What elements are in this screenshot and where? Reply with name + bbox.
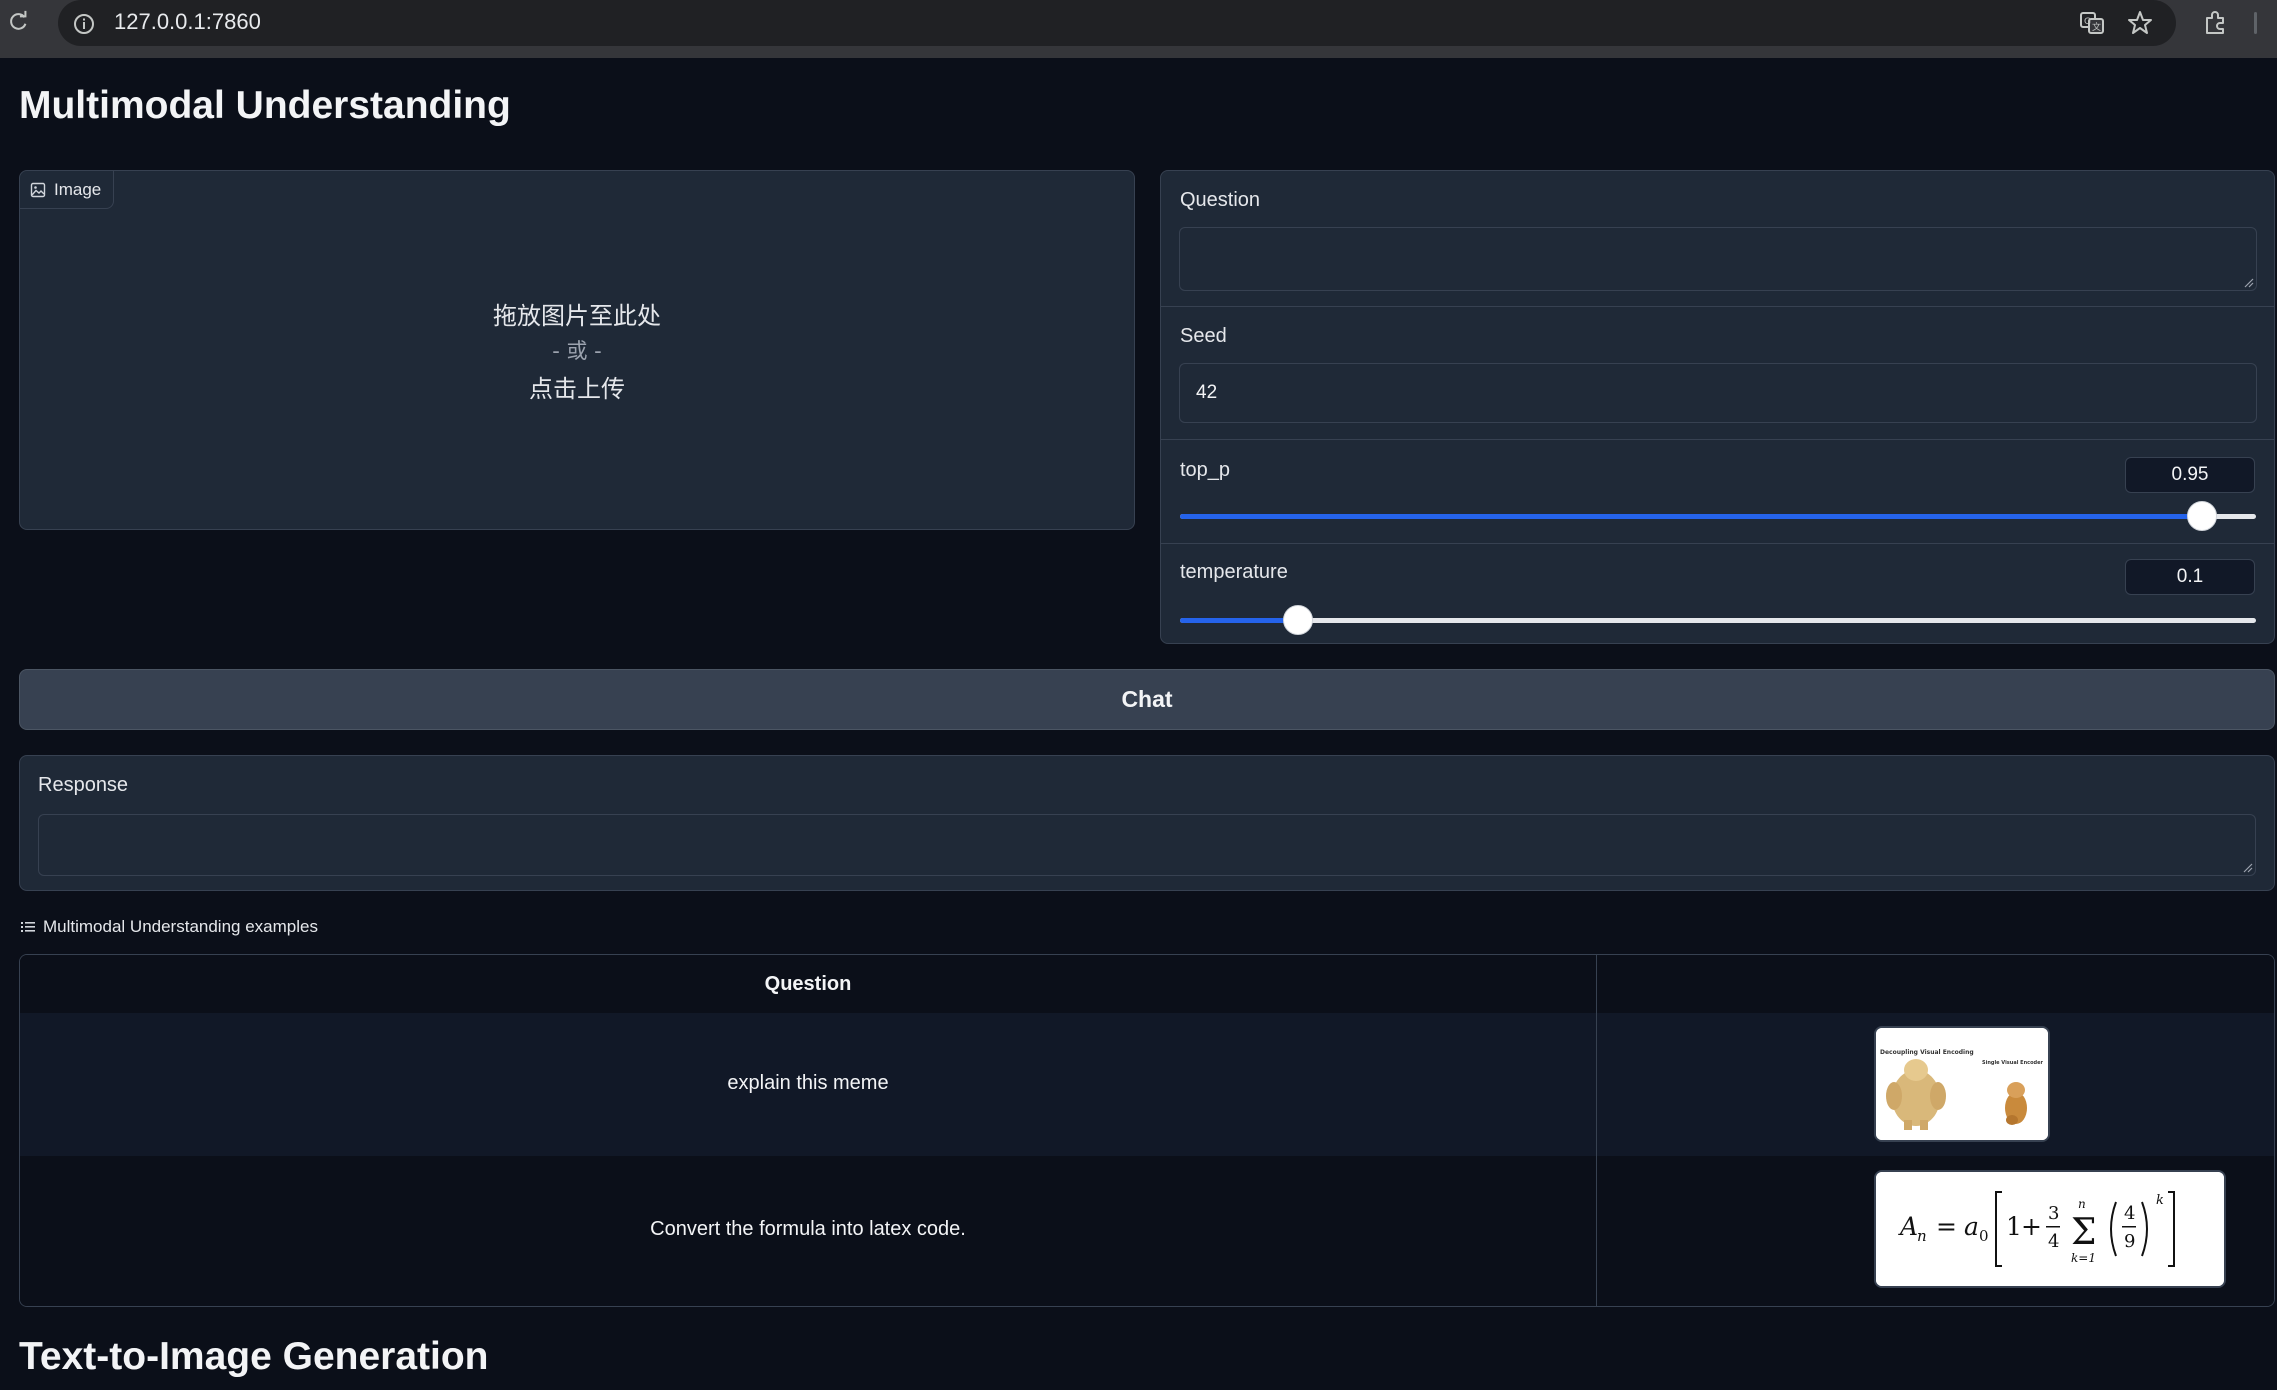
image-upload-area[interactable]: Image 拖放图片至此处 - 或 - 点击上传 <box>19 170 1135 530</box>
top-p-slider-thumb[interactable] <box>2187 501 2218 531</box>
translate-icon[interactable]: G 文 <box>2078 9 2106 37</box>
question-input[interactable] <box>1179 227 2257 291</box>
svg-text:9: 9 <box>2124 1231 2135 1252</box>
divider <box>1161 439 2274 440</box>
svg-text:A: A <box>1898 1212 1918 1241</box>
seed-label: Seed <box>1180 325 1227 347</box>
column-header-image <box>1597 955 2274 1013</box>
resize-grip-icon[interactable] <box>2241 861 2253 873</box>
address-bar[interactable] <box>58 0 2176 46</box>
temperature-number-input[interactable]: 0.1 <box>2125 559 2255 595</box>
seed-value: 42 <box>1196 382 1218 403</box>
upload-click-text[interactable]: 点击上传 <box>20 369 1134 404</box>
response-label: Response <box>38 774 129 796</box>
seed-input[interactable]: 42 <box>1179 363 2257 423</box>
svg-text:1: 1 <box>2006 1212 2022 1241</box>
site-info-icon[interactable] <box>72 12 96 36</box>
response-output[interactable] <box>38 814 2256 876</box>
image-label-chip: Image <box>20 171 115 209</box>
bookmark-star-icon[interactable] <box>2126 9 2154 37</box>
column-divider <box>1596 955 1597 1013</box>
temperature-slider-track[interactable] <box>1180 618 2256 623</box>
column-header-question: Question <box>764 973 852 995</box>
browser-toolbar: 127.0.0.1:7860 G 文 <box>0 0 2277 58</box>
svg-text:+: + <box>2021 1212 2042 1241</box>
resize-grip-icon[interactable] <box>2242 276 2254 288</box>
svg-text:Σ: Σ <box>2071 1212 2096 1253</box>
svg-text:a: a <box>1964 1212 1979 1241</box>
temperature-label: temperature <box>1180 561 1288 583</box>
image-label: Image <box>54 179 102 199</box>
upload-or-text: - 或 - <box>552 339 602 363</box>
extensions-icon[interactable] <box>2202 9 2230 37</box>
parameters-panel: Question Seed 42 top_p 0.95 temperature … <box>1160 170 2275 644</box>
response-panel: Response <box>19 755 2275 891</box>
chat-button[interactable]: Chat <box>19 669 2275 730</box>
svg-text:G: G <box>2084 17 2091 27</box>
top-p-slider-fill <box>1180 514 2203 519</box>
column-divider <box>1596 1013 1597 1156</box>
page-title: Multimodal Understanding <box>19 84 511 127</box>
toolbar-separator <box>2254 12 2257 34</box>
question-label: Question <box>1180 189 1261 211</box>
example-question: explain this meme <box>727 1072 889 1094</box>
top-p-label: top_p <box>1180 459 1231 481</box>
svg-text:4: 4 <box>2124 1203 2135 1224</box>
top-p-slider-track[interactable] <box>1180 514 2256 519</box>
upload-drop-text: 拖放图片至此处 <box>493 302 661 330</box>
svg-text:0: 0 <box>1979 1227 1989 1245</box>
column-divider <box>1596 1156 1597 1306</box>
text-to-image-title: Text-to-Image Generation <box>19 1335 489 1378</box>
examples-label: Multimodal Understanding examples <box>43 917 318 936</box>
examples-table: Question explain this meme Decoupling Vi… <box>19 954 2275 1307</box>
meme-caption-left: Decoupling Visual Encoding <box>1880 1049 1974 1056</box>
table-header-row: Question <box>20 955 2274 1013</box>
examples-header: Multimodal Understanding examples <box>21 917 318 937</box>
temperature-slider-fill <box>1180 618 1299 623</box>
svg-text:k: k <box>2156 1193 2164 1208</box>
reload-icon[interactable] <box>8 10 30 32</box>
table-row[interactable]: Convert the formula into latex code. A n… <box>20 1156 2274 1306</box>
svg-text:文: 文 <box>2092 21 2101 33</box>
divider <box>1161 543 2274 544</box>
svg-text:n: n <box>1917 1227 1927 1245</box>
divider <box>1161 306 2274 307</box>
svg-text:n: n <box>2078 1197 2086 1211</box>
svg-text:4: 4 <box>2048 1231 2059 1252</box>
image-icon <box>30 182 46 197</box>
example-question: Convert the formula into latex code. <box>650 1218 966 1240</box>
formula-thumbnail[interactable]: A n = a 0 1 + 3 4 Σ n k=1 4 9 k <box>1874 1170 2226 1288</box>
svg-text:=: = <box>1936 1212 1957 1241</box>
svg-text:k=1: k=1 <box>2071 1251 2096 1265</box>
svg-text:3: 3 <box>2048 1203 2059 1224</box>
temperature-slider-thumb[interactable] <box>1283 605 1314 635</box>
url-text[interactable]: 127.0.0.1:7860 <box>114 9 261 35</box>
list-icon <box>21 922 35 932</box>
top-p-number-input[interactable]: 0.95 <box>2125 457 2255 493</box>
meme-thumbnail[interactable]: Decoupling Visual Encoding Single Visual… <box>1874 1026 2050 1142</box>
meme-caption-right: Single Visual Encoder <box>1982 1060 2044 1066</box>
table-row[interactable]: explain this meme Decoupling Visual Enco… <box>20 1013 2274 1156</box>
